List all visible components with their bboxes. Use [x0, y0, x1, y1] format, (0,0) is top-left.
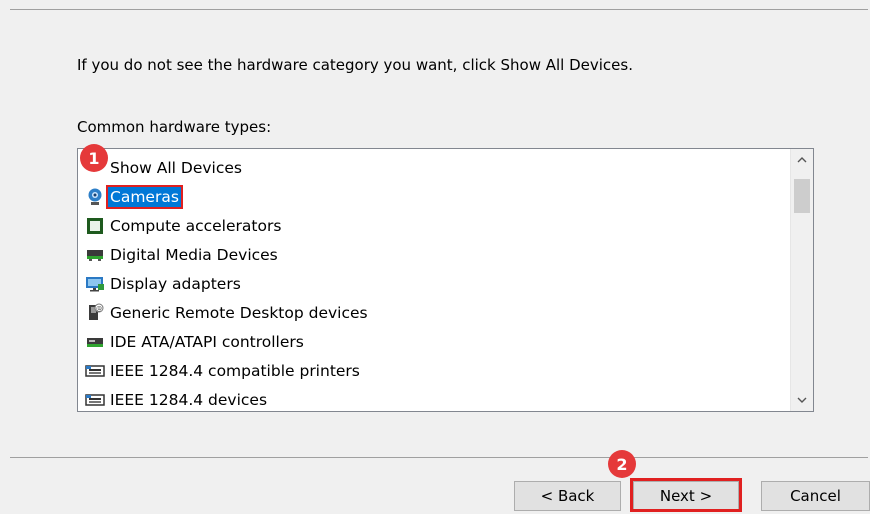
printer-port-icon	[85, 361, 105, 381]
list-item-generic-remote-desktop-devices[interactable]: @ Generic Remote Desktop devices	[85, 301, 370, 325]
list-item-ieee-1284-4-compatible-printers[interactable]: IEEE 1284.4 compatible printers	[85, 359, 362, 383]
display-adapter-icon	[85, 274, 105, 294]
list-item-compute-accelerators[interactable]: Compute accelerators	[85, 214, 283, 238]
list-item-ide-ata-atapi-controllers[interactable]: IDE ATA/ATAPI controllers	[85, 330, 306, 354]
list-item-label: Cameras	[106, 185, 183, 209]
step-2-badge: 2	[608, 450, 636, 478]
ide-controller-icon	[85, 332, 105, 352]
svg-text:@: @	[96, 306, 102, 313]
instruction-text: If you do not see the hardware category …	[77, 56, 633, 74]
hardware-types-listbox[interactable]: Show All Devices Cameras Compute acceler…	[77, 148, 814, 412]
list-item-label: Generic Remote Desktop devices	[110, 304, 368, 322]
scroll-down-arrow-icon[interactable]	[791, 389, 813, 411]
vertical-scrollbar[interactable]	[790, 149, 813, 411]
list-item-label: Digital Media Devices	[110, 246, 278, 264]
list-item-cameras[interactable]: Cameras	[85, 185, 183, 209]
list-item-label: IDE ATA/ATAPI controllers	[110, 333, 304, 351]
scroll-thumb[interactable]	[794, 179, 810, 213]
cancel-button[interactable]: Cancel	[761, 481, 870, 511]
list-item-label: Compute accelerators	[110, 217, 282, 235]
list-label: Common hardware types:	[77, 118, 272, 136]
remote-desktop-icon: @	[85, 303, 105, 323]
bottom-divider	[10, 457, 868, 458]
list-item-ieee-1284-4-devices[interactable]: IEEE 1284.4 devices	[85, 388, 269, 411]
next-button[interactable]: Next >	[633, 481, 739, 511]
scroll-up-arrow-icon[interactable]	[791, 149, 813, 171]
printer-port-icon	[85, 390, 105, 410]
list-item-display-adapters[interactable]: Display adapters	[85, 272, 243, 296]
back-button[interactable]: < Back	[514, 481, 621, 511]
camera-icon	[85, 187, 105, 207]
list-item-show-all-devices[interactable]: Show All Devices	[85, 156, 244, 180]
top-divider	[10, 9, 868, 10]
list-item-label: IEEE 1284.4 devices	[110, 391, 268, 409]
list-item-label: IEEE 1284.4 compatible printers	[110, 362, 360, 380]
chip-icon	[85, 216, 105, 236]
list-item-label: Display adapters	[110, 275, 241, 293]
list-item-label: Show All Devices	[110, 159, 242, 177]
list-item-digital-media-devices[interactable]: Digital Media Devices	[85, 243, 280, 267]
step-1-badge: 1	[80, 144, 108, 172]
media-device-icon	[85, 245, 105, 265]
